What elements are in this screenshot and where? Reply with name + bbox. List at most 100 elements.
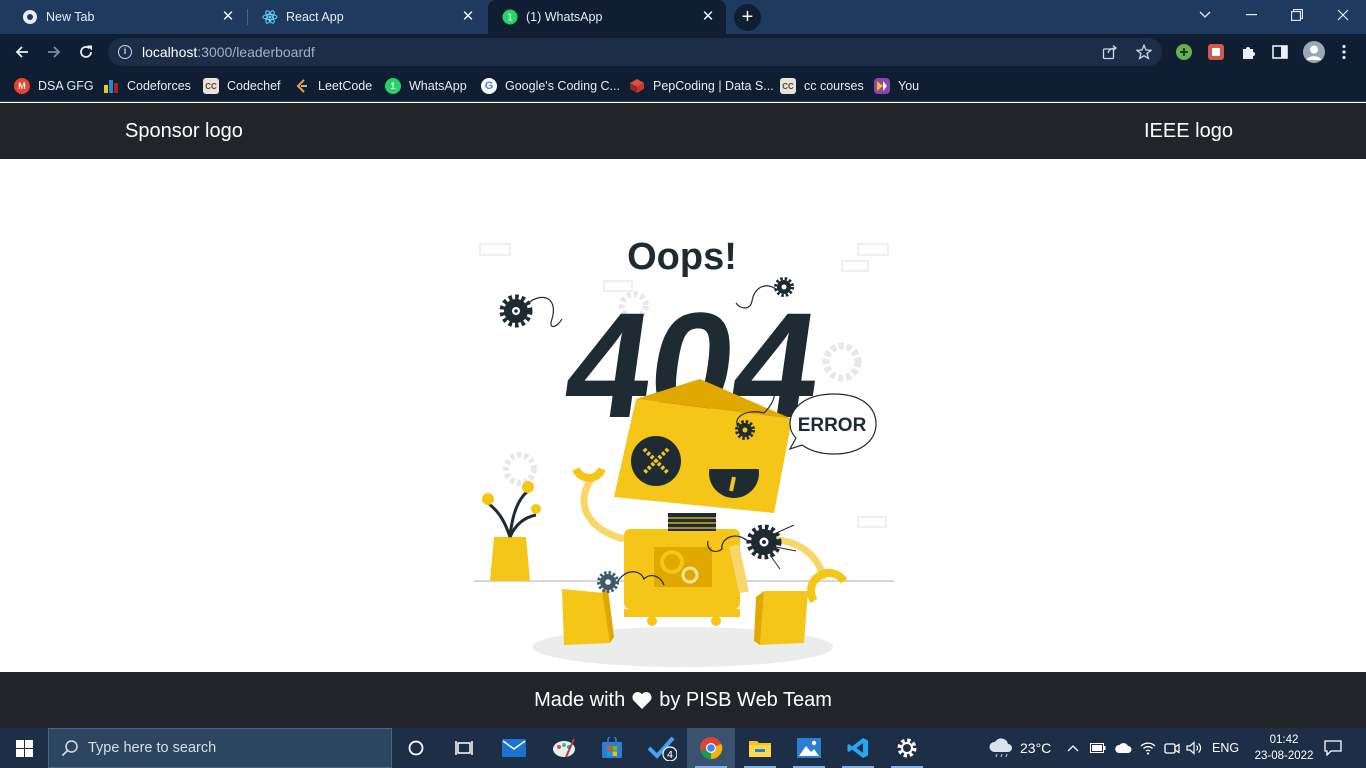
bookmark-codechef[interactable]: CC Codechef — [203, 76, 281, 96]
tab-new-tab[interactable]: New Tab ✕ — [8, 0, 246, 34]
share-icon[interactable] — [1102, 44, 1118, 60]
forward-button[interactable] — [40, 38, 68, 66]
footer-team: by PISB Web Team — [659, 688, 832, 711]
mail-badge: 4 — [667, 750, 673, 761]
taskbar-chrome[interactable] — [687, 728, 735, 768]
mail-icon — [502, 739, 526, 757]
info-icon[interactable]: i — [118, 45, 132, 59]
extension-green-icon[interactable] — [1175, 43, 1193, 61]
restore-button[interactable] — [1274, 0, 1320, 30]
taskbar-store[interactable] — [588, 728, 636, 768]
taskbar-settings[interactable] — [883, 728, 931, 768]
battery-indicator[interactable] — [1090, 728, 1106, 768]
tab-react-app[interactable]: React App ✕ — [248, 0, 486, 34]
tab-title: (1) WhatsApp — [526, 10, 603, 24]
network-indicator[interactable] — [1140, 728, 1156, 768]
extension-red-icon[interactable] — [1207, 43, 1225, 61]
speaker-icon — [1186, 741, 1202, 755]
leetcode-icon — [294, 78, 310, 94]
bookmark-leetcode[interactable]: LeetCode — [294, 76, 372, 96]
taskbar-photos[interactable] — [785, 728, 833, 768]
back-button[interactable] — [8, 38, 36, 66]
start-button[interactable] — [0, 728, 48, 768]
minimize-button[interactable] — [1228, 0, 1274, 30]
clock-time: 01:42 — [1269, 734, 1299, 746]
taskbar-clock[interactable]: 01:42 23-08-2022 — [1254, 732, 1314, 764]
reload-button[interactable] — [72, 38, 100, 66]
arrow-right-icon — [48, 46, 61, 58]
chevron-up-icon — [1067, 745, 1079, 752]
taskbar-file-explorer[interactable] — [736, 728, 784, 768]
task-view-icon — [455, 741, 473, 755]
tab-search-button[interactable] — [1182, 0, 1228, 30]
gear-icon — [897, 738, 917, 758]
new-tab-button[interactable]: + — [734, 4, 761, 31]
tab-title: New Tab — [46, 10, 95, 24]
minimize-icon — [1245, 14, 1257, 16]
store-icon — [602, 737, 622, 758]
camera-icon — [1164, 743, 1180, 754]
bookmark-dsa-gfg[interactable]: M DSA GFG — [14, 76, 94, 96]
gear-icon — [735, 420, 755, 440]
bookmark-label: Codechef — [227, 79, 281, 93]
bookmarks-bar: M DSA GFG Codeforces CC Codechef LeetCod… — [0, 70, 1366, 102]
oops-heading: Oops! — [627, 236, 737, 278]
menu-icon[interactable] — [1335, 43, 1353, 61]
windows-taskbar: Type here to search 4 23°C ENG 01:42 23-… — [0, 728, 1366, 768]
vscode-icon — [847, 738, 868, 758]
codechef-icon: CC — [203, 78, 219, 94]
star-icon[interactable] — [1135, 43, 1153, 60]
volume-indicator[interactable] — [1186, 728, 1204, 768]
cloud-rain-icon — [989, 738, 1012, 758]
close-window-button[interactable] — [1320, 0, 1366, 30]
bookmark-whatsapp[interactable]: 1 WhatsApp — [385, 76, 467, 96]
main-content: Oops! 404 ERROR — [0, 159, 1366, 672]
notifications-button[interactable] — [1324, 728, 1342, 768]
taskbar-search[interactable]: Type here to search — [48, 728, 392, 768]
address-bar[interactable]: i localhost:3000/leaderboardf — [108, 38, 1162, 66]
site-header: Sponsor logo IEEE logo — [0, 103, 1366, 159]
gear-icon — [499, 294, 533, 328]
whatsapp-icon: 1 — [385, 78, 401, 94]
bookmark-pepcoding[interactable]: PepCoding | Data S... — [629, 76, 774, 96]
chrome-icon — [700, 737, 723, 760]
bookmark-you[interactable]: You — [874, 76, 919, 96]
meet-now-indicator[interactable] — [1164, 728, 1180, 768]
browser-toolbar: i localhost:3000/leaderboardf — [0, 34, 1366, 70]
onedrive-indicator[interactable] — [1115, 728, 1132, 768]
close-icon[interactable]: ✕ — [220, 9, 236, 25]
gear-icon — [746, 524, 782, 560]
bookmark-label: PepCoding | Data S... — [653, 79, 774, 93]
paint-icon — [553, 738, 575, 758]
restore-icon — [1291, 9, 1303, 21]
ieee-logo: IEEE logo — [1144, 120, 1233, 142]
close-icon — [1337, 9, 1349, 21]
profile-avatar[interactable] — [1303, 41, 1325, 63]
close-icon[interactable]: ✕ — [460, 9, 476, 25]
chrome-icon — [22, 9, 38, 25]
taskbar-paint[interactable] — [540, 728, 588, 768]
photos-icon — [797, 738, 821, 758]
side-panel-icon[interactable] — [1271, 43, 1289, 61]
tab-whatsapp[interactable]: 1 (1) WhatsApp ✕ — [488, 0, 726, 34]
battery-icon — [1090, 743, 1106, 753]
task-view-button[interactable] — [440, 728, 488, 768]
bookmark-codeforces[interactable]: Codeforces — [103, 76, 191, 96]
whatsapp-badge: 1 — [507, 13, 513, 24]
footer-made-with: Made with — [534, 688, 626, 711]
weather-widget[interactable]: 23°C — [988, 728, 1051, 768]
show-hidden-icons[interactable] — [1067, 728, 1079, 768]
notification-icon — [1324, 740, 1342, 756]
bookmark-cc-courses[interactable]: CC cc courses — [780, 76, 864, 96]
error-bubble-text: ERROR — [798, 415, 867, 436]
cortana-button[interactable] — [392, 728, 440, 768]
search-placeholder: Type here to search — [88, 740, 217, 756]
language-indicator[interactable]: ENG — [1212, 728, 1239, 768]
bookmark-google-coding[interactable]: G Google's Coding C... — [481, 76, 620, 96]
puzzle-icon[interactable] — [1239, 43, 1257, 61]
close-icon[interactable]: ✕ — [700, 9, 716, 25]
taskbar-vscode[interactable] — [834, 728, 882, 768]
taskbar-mail[interactable] — [490, 728, 538, 768]
todo-icon: 4 — [647, 736, 677, 761]
taskbar-todo[interactable]: 4 — [638, 728, 686, 768]
